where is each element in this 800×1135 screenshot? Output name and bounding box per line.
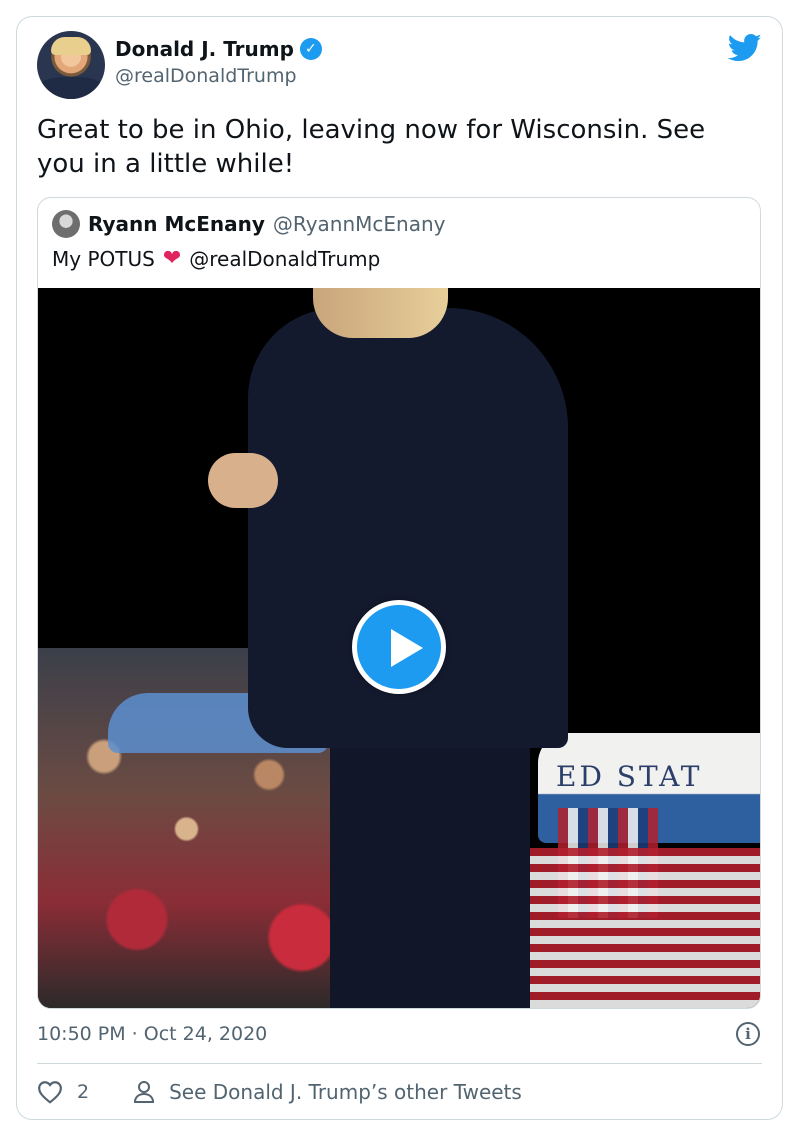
video-player[interactable]: ED STAT <box>38 288 760 1008</box>
like-count: 2 <box>77 1081 90 1103</box>
twitter-logo-icon[interactable] <box>728 33 762 63</box>
person-icon <box>134 1081 155 1103</box>
author-display-name[interactable]: Donald J. Trump <box>115 37 294 61</box>
heart-emoji: ❤ <box>162 246 182 271</box>
play-icon[interactable] <box>352 600 446 694</box>
quoted-tweet[interactable]: Ryann McEnany @RyannMcEnany My POTUS ❤ @… <box>37 197 761 1009</box>
info-icon[interactable]: i <box>736 1022 760 1046</box>
author-handle[interactable]: @realDonaldTrump <box>115 65 297 87</box>
heart-outline-icon <box>38 1081 62 1104</box>
tweet-text: Great to be in Ohio, leaving now for Wis… <box>37 115 706 179</box>
tweet-header: Donald J. Trump ✓ @realDonaldTrump <box>37 31 762 103</box>
author-name-row[interactable]: Donald J. Trump ✓ <box>115 37 322 61</box>
tweet-footer: 2 See Donald J. Trump’s other Tweets <box>37 1075 762 1109</box>
tweet-card[interactable]: Donald J. Trump ✓ @realDonaldTrump Great… <box>16 16 783 1120</box>
like-button[interactable]: 2 <box>37 1080 89 1104</box>
tweet-timestamp[interactable]: 10:50 PM · Oct 24, 2020 <box>37 1023 267 1045</box>
plane-lettering: ED STAT <box>556 760 703 793</box>
crowd-right-scene <box>528 848 760 1008</box>
timestamp-row: 10:50 PM · Oct 24, 2020 i <box>37 1019 762 1049</box>
quoted-author-avatar <box>52 210 80 238</box>
other-tweets-link[interactable]: See Donald J. Trump’s other Tweets <box>133 1080 522 1104</box>
author-avatar[interactable] <box>37 31 105 99</box>
footer-divider <box>37 1063 762 1064</box>
figure-head <box>313 288 448 338</box>
quoted-author-name: Ryann McEnany <box>88 212 265 236</box>
quoted-mention: @realDonaldTrump <box>189 246 381 271</box>
verified-badge-icon: ✓ <box>299 38 322 60</box>
other-tweets-label[interactable]: See Donald J. Trump’s other Tweets <box>169 1080 522 1104</box>
quoted-tweet-text: My POTUS ❤ @realDonaldTrump <box>52 246 380 271</box>
quoted-author-handle: @RyannMcEnany <box>272 212 446 236</box>
figure-hands <box>208 453 278 508</box>
quoted-tweet-header: Ryann McEnany @RyannMcEnany <box>52 210 445 238</box>
figure-legs <box>330 738 530 1008</box>
quoted-text-prefix: My POTUS <box>52 246 155 271</box>
